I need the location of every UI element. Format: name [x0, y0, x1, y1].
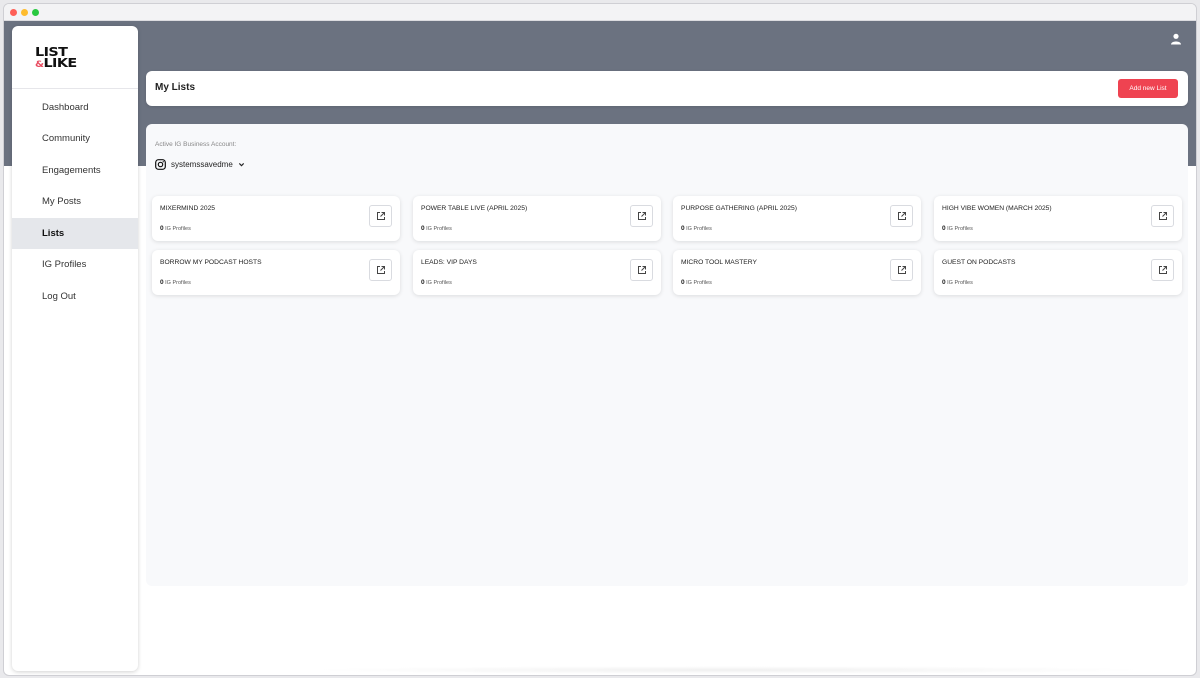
sidebar: LIST &LIKE Dashboard Community Engagemen…: [12, 26, 138, 671]
window-titlebar: [4, 4, 1196, 21]
sidebar-item-log-out[interactable]: Log Out: [12, 281, 138, 312]
list-card[interactable]: BORROW MY PODCAST HOSTS 0 IG Profiles: [152, 250, 400, 295]
app-logo[interactable]: LIST &LIKE: [35, 45, 77, 72]
maximize-window-dot[interactable]: [32, 9, 39, 16]
list-title: MICRO TOOL MASTERY: [681, 259, 757, 266]
open-list-button[interactable]: [369, 259, 392, 281]
list-card[interactable]: MICRO TOOL MASTERY 0 IG Profiles: [673, 250, 921, 295]
account-name: systemssavedme: [171, 159, 233, 169]
list-card[interactable]: POWER TABLE LIVE (APRIL 2025) 0 IG Profi…: [413, 196, 661, 241]
page-header-card: My Lists Add new List: [146, 71, 1188, 106]
open-list-button[interactable]: [1151, 205, 1174, 227]
list-count-suffix: IG Profiles: [945, 226, 973, 232]
minimize-window-dot[interactable]: [21, 9, 28, 16]
list-count-suffix: IG Profiles: [684, 280, 712, 286]
list-title: HIGH VIBE WOMEN (MARCH 2025): [942, 205, 1052, 212]
logo-line-2: &LIKE: [35, 55, 81, 71]
list-card[interactable]: HIGH VIBE WOMEN (MARCH 2025) 0 IG Profil…: [934, 196, 1182, 241]
chevron-down-icon: [238, 162, 244, 166]
list-profile-count: 0 IG Profiles: [160, 279, 191, 286]
browser-window: LIST &LIKE Dashboard Community Engagemen…: [3, 3, 1197, 676]
list-profile-count: 0 IG Profiles: [160, 225, 191, 232]
page-title: My Lists: [155, 82, 196, 93]
list-count-suffix: IG Profiles: [163, 280, 191, 286]
sidebar-item-dashboard[interactable]: Dashboard: [12, 92, 138, 123]
sidebar-item-my-posts[interactable]: My Posts: [12, 186, 138, 217]
list-title: GUEST ON PODCASTS: [942, 259, 1016, 266]
list-profile-count: 0 IG Profiles: [681, 225, 712, 232]
bottom-shadow: [304, 666, 1154, 674]
list-card[interactable]: MIXERMIND 2025 0 IG Profiles: [152, 196, 400, 241]
sidebar-item-community[interactable]: Community: [12, 123, 138, 154]
external-link-icon: [376, 266, 385, 274]
list-card[interactable]: LEADS: VIP DAYS 0 IG Profiles: [413, 250, 661, 295]
external-link-icon: [1158, 212, 1167, 220]
external-link-icon: [637, 266, 646, 274]
open-list-button[interactable]: [890, 205, 913, 227]
close-window-dot[interactable]: [10, 9, 17, 16]
user-icon[interactable]: [1170, 33, 1182, 45]
list-count-suffix: IG Profiles: [163, 226, 191, 232]
list-count-suffix: IG Profiles: [424, 280, 452, 286]
logo-line-2-text: LIKE: [43, 55, 77, 70]
list-count-suffix: IG Profiles: [945, 280, 973, 286]
open-list-button[interactable]: [890, 259, 913, 281]
list-title: POWER TABLE LIVE (APRIL 2025): [421, 205, 528, 212]
list-title: MIXERMIND 2025: [160, 205, 216, 212]
lists-content-card: Active IG Business Account: systemssaved…: [146, 124, 1188, 586]
add-new-list-button[interactable]: Add new List: [1118, 79, 1178, 98]
list-count-suffix: IG Profiles: [424, 226, 452, 232]
sidebar-item-lists[interactable]: Lists: [12, 218, 138, 249]
list-profile-count: 0 IG Profiles: [681, 279, 712, 286]
list-title: BORROW MY PODCAST HOSTS: [160, 259, 262, 266]
list-profile-count: 0 IG Profiles: [942, 279, 973, 286]
open-list-button[interactable]: [1151, 259, 1174, 281]
instagram-icon: [155, 158, 166, 170]
external-link-icon: [637, 212, 646, 220]
list-card[interactable]: PURPOSE GATHERING (APRIL 2025) 0 IG Prof…: [673, 196, 921, 241]
external-link-icon: [1158, 266, 1167, 274]
list-profile-count: 0 IG Profiles: [421, 279, 452, 286]
external-link-icon: [376, 212, 385, 220]
sidebar-item-engagements[interactable]: Engagements: [12, 155, 138, 186]
account-selector[interactable]: systemssavedme: [155, 157, 245, 171]
external-link-icon: [897, 266, 906, 274]
list-title: PURPOSE GATHERING (APRIL 2025): [681, 205, 797, 212]
external-link-icon: [897, 212, 906, 220]
list-count-suffix: IG Profiles: [684, 226, 712, 232]
active-account-label: Active IG Business Account:: [155, 141, 237, 148]
list-profile-count: 0 IG Profiles: [421, 225, 452, 232]
list-card[interactable]: GUEST ON PODCASTS 0 IG Profiles: [934, 250, 1182, 295]
sidebar-item-ig-profiles[interactable]: IG Profiles: [12, 249, 138, 280]
list-profile-count: 0 IG Profiles: [942, 225, 973, 232]
list-title: LEADS: VIP DAYS: [421, 259, 477, 266]
open-list-button[interactable]: [630, 205, 653, 227]
open-list-button[interactable]: [630, 259, 653, 281]
sidebar-divider: [12, 88, 138, 89]
open-list-button[interactable]: [369, 205, 392, 227]
